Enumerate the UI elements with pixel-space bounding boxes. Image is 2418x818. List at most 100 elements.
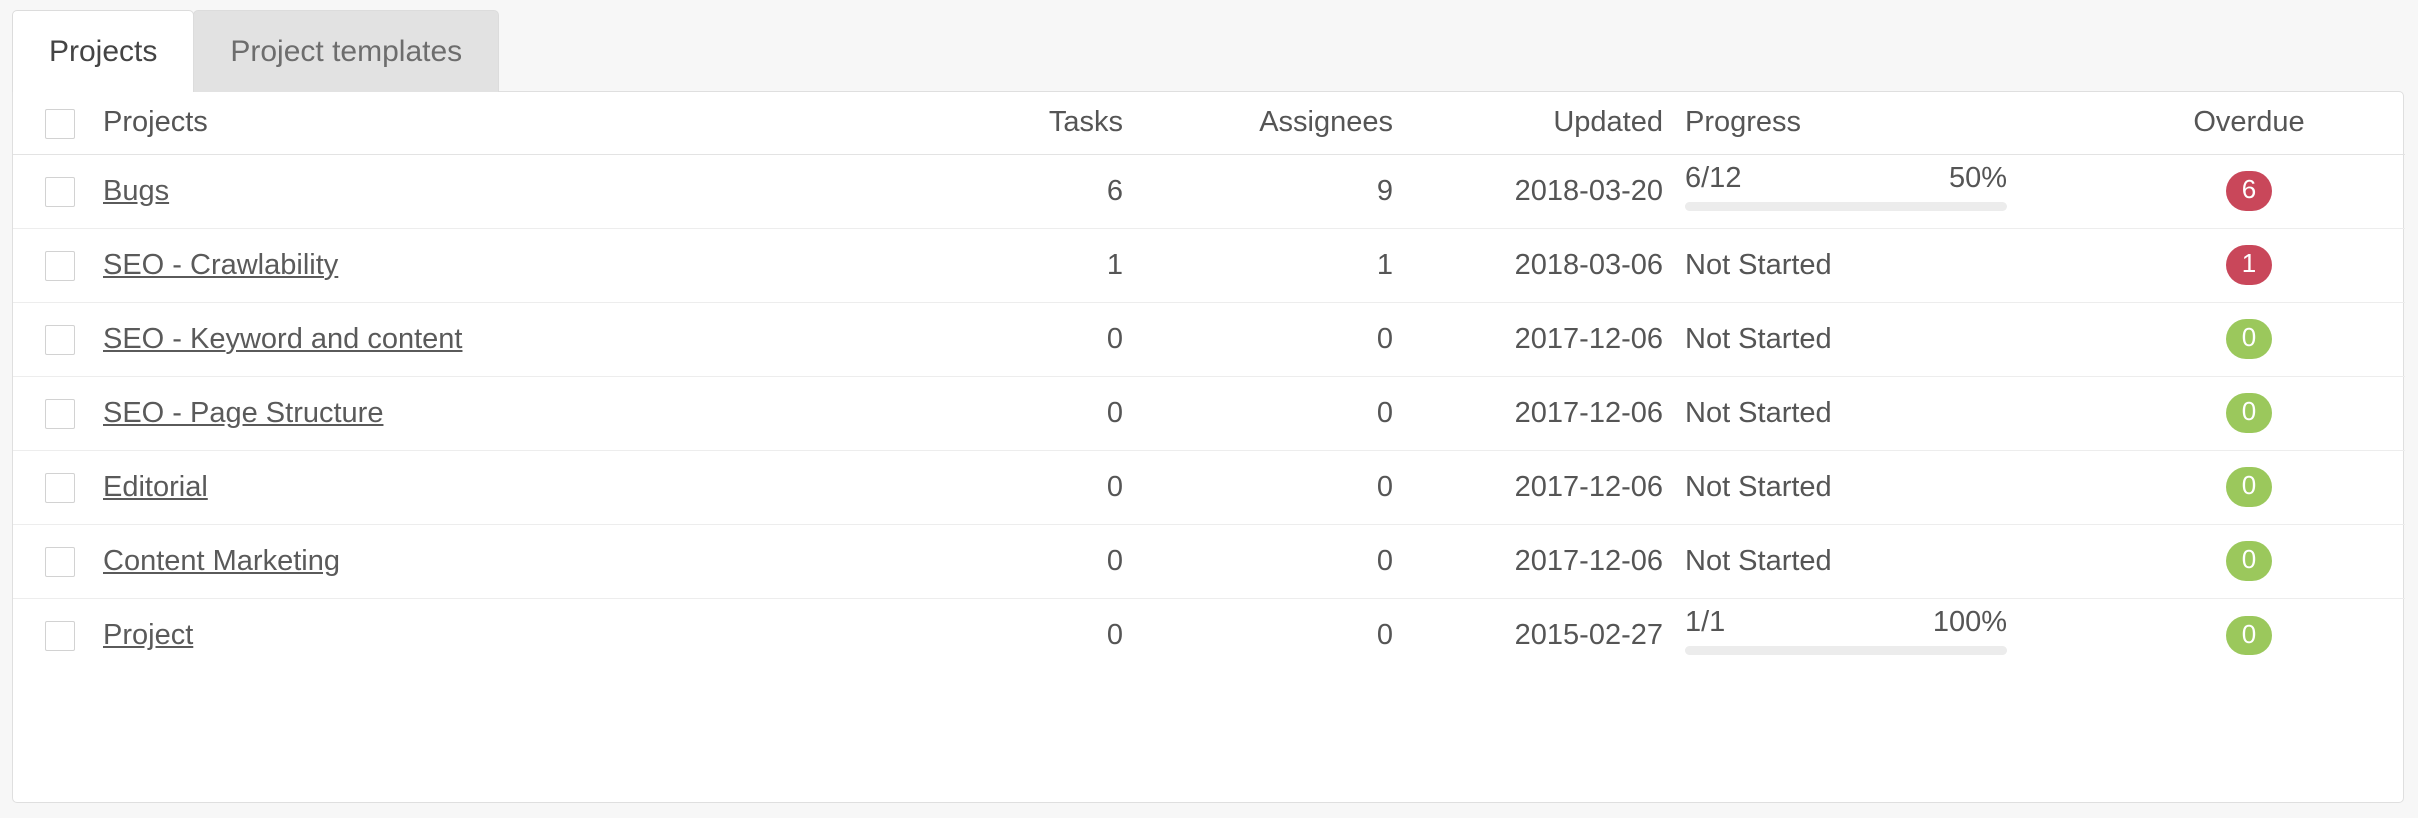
project-name-cell: Project [77, 598, 923, 672]
project-link[interactable]: Project [103, 619, 193, 651]
table-row: Bugs692018-03-206/1250%6 [13, 154, 2405, 228]
progress-track [1685, 202, 2007, 211]
assignees-cell: 0 [1123, 302, 1393, 376]
project-name-cell: Editorial [77, 450, 923, 524]
progress-status-label: Not Started [1685, 323, 1832, 355]
row-select-cell [13, 376, 77, 450]
project-link[interactable]: SEO - Crawlability [103, 249, 338, 281]
column-header-projects[interactable]: Projects [77, 92, 923, 154]
table-row: Project002015-02-271/1100%0 [13, 598, 2405, 672]
overdue-badge: 6 [2226, 171, 2272, 210]
assignees-cell: 1 [1123, 228, 1393, 302]
table-row: Editorial002017-12-06Not Started0 [13, 450, 2405, 524]
assignees-cell: 9 [1123, 154, 1393, 228]
assignees-cell: 0 [1123, 524, 1393, 598]
updated-cell: 2015-02-27 [1393, 598, 1663, 672]
progress-cell: Not Started [1663, 228, 2093, 302]
column-header-progress[interactable]: Progress [1663, 92, 2093, 154]
table-header: Projects Tasks Assignees Updated Progres… [13, 92, 2405, 154]
project-link[interactable]: Content Marketing [103, 545, 340, 577]
tasks-cell: 0 [923, 598, 1123, 672]
overdue-cell: 0 [2093, 302, 2405, 376]
updated-cell: 2017-12-06 [1393, 302, 1663, 376]
tasks-cell: 1 [923, 228, 1123, 302]
overdue-cell: 1 [2093, 228, 2405, 302]
progress-ratio-label: 6/12 [1685, 164, 1741, 193]
overdue-badge: 0 [2226, 393, 2272, 432]
updated-cell: 2018-03-20 [1393, 154, 1663, 228]
progress-percent-label: 50% [1949, 164, 2007, 193]
column-header-tasks[interactable]: Tasks [923, 92, 1123, 154]
tab-projects-label: Projects [49, 37, 157, 67]
column-header-assignees[interactable]: Assignees [1123, 92, 1393, 154]
column-header-overdue[interactable]: Overdue [2093, 92, 2405, 154]
tasks-cell: 0 [923, 302, 1123, 376]
progress-cell: Not Started [1663, 450, 2093, 524]
assignees-cell: 0 [1123, 598, 1393, 672]
progress-bar: 1/1 100% [1685, 608, 2007, 655]
table-body: Bugs692018-03-206/1250%6SEO - Crawlabili… [13, 154, 2405, 672]
row-select-cell [13, 450, 77, 524]
tasks-cell: 6 [923, 154, 1123, 228]
progress-ratio-label: 1/1 [1685, 608, 1725, 637]
tasks-cell: 0 [923, 524, 1123, 598]
row-checkbox[interactable] [45, 547, 75, 577]
select-all-checkbox[interactable] [45, 109, 75, 139]
row-select-cell [13, 524, 77, 598]
progress-status-label: Not Started [1685, 545, 1832, 577]
progress-fill [1685, 202, 1846, 211]
project-link[interactable]: SEO - Keyword and content [103, 323, 462, 355]
project-link[interactable]: Editorial [103, 471, 208, 503]
row-checkbox[interactable] [45, 325, 75, 355]
projects-table: Projects Tasks Assignees Updated Progres… [13, 92, 2405, 672]
select-all-header [13, 92, 77, 154]
table-row: SEO - Crawlability112018-03-06Not Starte… [13, 228, 2405, 302]
table-row: SEO - Keyword and content002017-12-06Not… [13, 302, 2405, 376]
row-select-cell [13, 154, 77, 228]
row-checkbox[interactable] [45, 473, 75, 503]
table-row: SEO - Page Structure002017-12-06Not Star… [13, 376, 2405, 450]
progress-status-label: Not Started [1685, 397, 1832, 429]
progress-percent-label: 100% [1933, 608, 2007, 637]
overdue-badge: 0 [2226, 467, 2272, 506]
project-link[interactable]: Bugs [103, 175, 169, 207]
project-name-cell: Content Marketing [77, 524, 923, 598]
project-link[interactable]: SEO - Page Structure [103, 397, 383, 429]
overdue-cell: 0 [2093, 524, 2405, 598]
projects-page: Projects Project templates Pr [0, 0, 2418, 818]
project-name-cell: SEO - Crawlability [77, 228, 923, 302]
assignees-cell: 0 [1123, 376, 1393, 450]
progress-bar: 6/12 50% [1685, 164, 2007, 211]
overdue-badge: 0 [2226, 541, 2272, 580]
progress-status-label: Not Started [1685, 471, 1832, 503]
project-name-cell: Bugs [77, 154, 923, 228]
updated-cell: 2017-12-06 [1393, 376, 1663, 450]
updated-cell: 2017-12-06 [1393, 524, 1663, 598]
tab-projects[interactable]: Projects [12, 10, 194, 92]
progress-cell: 6/12 50% [1663, 154, 2093, 228]
row-select-cell [13, 598, 77, 672]
progress-cell: Not Started [1663, 376, 2093, 450]
row-select-cell [13, 228, 77, 302]
table-row: Content Marketing002017-12-06Not Started… [13, 524, 2405, 598]
row-checkbox[interactable] [45, 621, 75, 651]
tasks-cell: 0 [923, 450, 1123, 524]
overdue-badge: 1 [2226, 245, 2272, 284]
row-checkbox[interactable] [45, 177, 75, 207]
overdue-cell: 0 [2093, 450, 2405, 524]
projects-card: Projects Tasks Assignees Updated Progres… [12, 91, 2404, 803]
row-select-cell [13, 302, 77, 376]
progress-fill [1685, 646, 2007, 655]
header-row: Projects Tasks Assignees Updated Progres… [13, 92, 2405, 154]
overdue-badge: 0 [2226, 616, 2272, 655]
progress-cell: Not Started [1663, 524, 2093, 598]
row-checkbox[interactable] [45, 251, 75, 281]
tab-project-templates[interactable]: Project templates [193, 10, 499, 92]
row-checkbox[interactable] [45, 399, 75, 429]
column-header-updated[interactable]: Updated [1393, 92, 1663, 154]
progress-track [1685, 646, 2007, 655]
overdue-cell: 0 [2093, 376, 2405, 450]
tab-strip: Projects Project templates [12, 10, 498, 92]
progress-cell: 1/1 100% [1663, 598, 2093, 672]
overdue-cell: 6 [2093, 154, 2405, 228]
